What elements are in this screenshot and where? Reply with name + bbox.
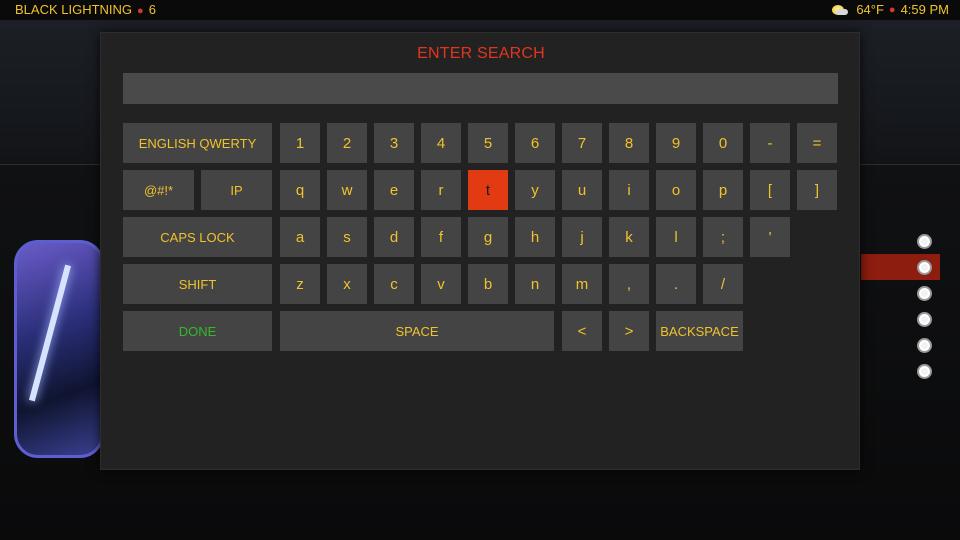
key-cursor-left[interactable]: < (562, 311, 602, 351)
key-3[interactable]: 3 (374, 123, 414, 163)
key-r[interactable]: r (421, 170, 461, 210)
rail-radio-selected[interactable] (917, 260, 932, 275)
key-layout-english-qwerty[interactable]: ENGLISH QWERTY (123, 123, 272, 163)
key-cursor-right[interactable]: > (609, 311, 649, 351)
key-apostrophe[interactable]: ' (750, 217, 790, 257)
key-v[interactable]: v (421, 264, 461, 304)
temperature: 64°F (856, 2, 884, 17)
key-slash[interactable]: / (703, 264, 743, 304)
separator-dot: ● (888, 3, 896, 16)
lightning-bolt (28, 264, 72, 402)
key-0[interactable]: 0 (703, 123, 743, 163)
key-e[interactable]: e (374, 170, 414, 210)
key-o[interactable]: o (656, 170, 696, 210)
search-dialog: ENTER SEARCH ENGLISH QWERTY 1 2 3 4 5 6 … (100, 32, 860, 470)
key-4[interactable]: 4 (421, 123, 461, 163)
key-comma[interactable]: , (609, 264, 649, 304)
key-b[interactable]: b (468, 264, 508, 304)
key-k[interactable]: k (609, 217, 649, 257)
rail-radio[interactable] (917, 234, 932, 249)
partly-sunny-icon (830, 4, 849, 16)
key-9[interactable]: 9 (656, 123, 696, 163)
key-1[interactable]: 1 (280, 123, 320, 163)
key-z[interactable]: z (280, 264, 320, 304)
done-button[interactable]: DONE (123, 311, 272, 351)
rail-radio[interactable] (917, 364, 932, 379)
key-5[interactable]: 5 (468, 123, 508, 163)
clock: 4:59 PM (900, 2, 949, 17)
key-backspace[interactable]: BACKSPACE (656, 311, 743, 351)
key-q[interactable]: q (280, 170, 320, 210)
key-n[interactable]: n (515, 264, 555, 304)
key-h[interactable]: h (515, 217, 555, 257)
key-7[interactable]: 7 (562, 123, 602, 163)
item-count: 6 (148, 2, 156, 17)
key-s[interactable]: s (327, 217, 367, 257)
key-8[interactable]: 8 (609, 123, 649, 163)
key-semicolon[interactable]: ; (703, 217, 743, 257)
key-symbols[interactable]: @#!* (123, 170, 194, 210)
show-title-area: BLACK LIGHTNING ● 6 (15, 2, 156, 17)
show-poster (14, 240, 104, 458)
key-a[interactable]: a (280, 217, 320, 257)
key-f[interactable]: f (421, 217, 461, 257)
key-w[interactable]: w (327, 170, 367, 210)
status-area: 64°F ● 4:59 PM (830, 2, 949, 17)
key-m[interactable]: m (562, 264, 602, 304)
key-x[interactable]: x (327, 264, 367, 304)
key-d[interactable]: d (374, 217, 414, 257)
key-left-bracket[interactable]: [ (750, 170, 790, 210)
show-title: BLACK LIGHTNING (15, 2, 133, 17)
key-y[interactable]: y (515, 170, 555, 210)
key-c[interactable]: c (374, 264, 414, 304)
key-period[interactable]: . (656, 264, 696, 304)
key-2[interactable]: 2 (327, 123, 367, 163)
key-t-focused[interactable]: t (468, 170, 508, 210)
search-input[interactable] (123, 73, 838, 104)
separator-dot: ● (137, 5, 144, 17)
dialog-title: ENTER SEARCH (417, 45, 545, 62)
rail-radio[interactable] (917, 286, 932, 301)
key-l[interactable]: l (656, 217, 696, 257)
key-caps-lock[interactable]: CAPS LOCK (123, 217, 272, 257)
top-bar: BLACK LIGHTNING ● 6 64°F ● 4:59 PM (0, 0, 960, 20)
key-i[interactable]: i (609, 170, 649, 210)
rail-radio[interactable] (917, 312, 932, 327)
key-u[interactable]: u (562, 170, 602, 210)
rail-radio[interactable] (917, 338, 932, 353)
key-6[interactable]: 6 (515, 123, 555, 163)
key-shift[interactable]: SHIFT (123, 264, 272, 304)
key-minus[interactable]: - (750, 123, 790, 163)
key-j[interactable]: j (562, 217, 602, 257)
key-g[interactable]: g (468, 217, 508, 257)
key-right-bracket[interactable]: ] (797, 170, 837, 210)
key-ip[interactable]: IP (201, 170, 272, 210)
key-p[interactable]: p (703, 170, 743, 210)
key-space[interactable]: SPACE (280, 311, 554, 351)
key-equals[interactable]: = (797, 123, 837, 163)
